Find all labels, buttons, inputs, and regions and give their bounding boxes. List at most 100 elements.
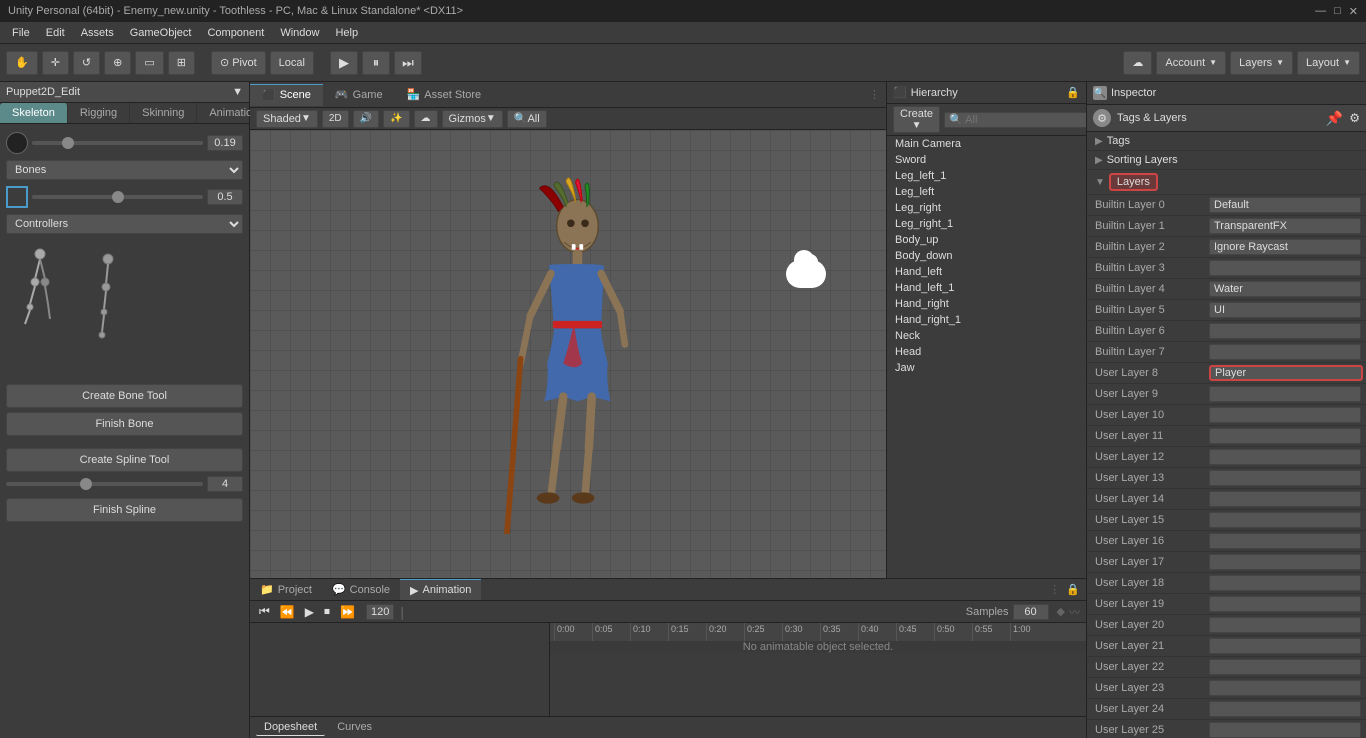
bottom-more-icon[interactable]: ⋮ xyxy=(1049,583,1066,596)
user-layer-17-input[interactable] xyxy=(1209,554,1361,570)
builtin-layer-5-input[interactable] xyxy=(1209,302,1361,318)
hierarchy-create-btn[interactable]: Create ▼ xyxy=(893,106,940,133)
spline-slider-value[interactable] xyxy=(207,476,243,492)
tab-project[interactable]: 📁 Project xyxy=(250,579,322,600)
user-layer-19-input[interactable] xyxy=(1209,596,1361,612)
layout-dropdown[interactable]: Layout ▼ xyxy=(1297,51,1360,75)
shaded-btn[interactable]: Shaded ▼ xyxy=(256,110,318,128)
user-layer-9-input[interactable] xyxy=(1209,386,1361,402)
cloud-btn[interactable]: ☁ xyxy=(1123,51,1152,75)
user-layer-15-input[interactable] xyxy=(1209,512,1361,528)
hier-leg-left-1[interactable]: Leg_left_1 xyxy=(887,168,1086,184)
anim-curve-icon[interactable]: 〰 xyxy=(1069,604,1080,620)
sky-btn[interactable]: ☁ xyxy=(414,110,438,128)
local-btn[interactable]: Local xyxy=(270,51,314,75)
hier-body-up[interactable]: Body_up xyxy=(887,232,1086,248)
hier-sword[interactable]: Sword xyxy=(887,152,1086,168)
audio-btn[interactable]: 🔊 xyxy=(353,110,379,128)
builtin-layer-2-input[interactable] xyxy=(1209,239,1361,255)
tab-rigging[interactable]: Rigging xyxy=(68,103,130,123)
minimize-btn[interactable]: — xyxy=(1315,5,1326,18)
anim-play-btn[interactable]: ▶ xyxy=(302,604,317,620)
hier-leg-left[interactable]: Leg_left xyxy=(887,184,1086,200)
tab-skinning[interactable]: Skinning xyxy=(130,103,197,123)
user-layer-12-input[interactable] xyxy=(1209,449,1361,465)
anim-stop-btn[interactable]: ⏹ xyxy=(321,603,333,620)
maximize-btn[interactable]: □ xyxy=(1334,5,1341,18)
scene-tab-scene[interactable]: ⬛ Scene xyxy=(250,84,323,106)
hier-neck[interactable]: Neck xyxy=(887,328,1086,344)
fx-btn[interactable]: ✨ xyxy=(383,110,409,128)
sub-tab-curves[interactable]: Curves xyxy=(329,719,380,736)
hier-main-camera[interactable]: Main Camera xyxy=(887,136,1086,152)
menu-gameobject[interactable]: GameObject xyxy=(122,25,200,41)
hier-leg-right[interactable]: Leg_right xyxy=(887,200,1086,216)
hier-body-down[interactable]: Body_down xyxy=(887,248,1086,264)
scene-viewport[interactable] xyxy=(250,130,886,578)
user-layer-14-input[interactable] xyxy=(1209,491,1361,507)
move-tool-btn[interactable]: ✛ xyxy=(42,51,69,75)
create-spline-tool-btn[interactable]: Create Spline Tool xyxy=(6,448,243,472)
rotate-tool-btn[interactable]: ↺ xyxy=(73,51,100,75)
menu-assets[interactable]: Assets xyxy=(73,25,122,41)
tags-settings-icon[interactable]: ⚙ xyxy=(1349,111,1360,125)
bottom-lock-icon[interactable]: 🔒 xyxy=(1066,583,1086,596)
hier-hand-left[interactable]: Hand_left xyxy=(887,264,1086,280)
scene-tab-asset[interactable]: 🏪 Asset Store xyxy=(395,84,494,105)
pivot-btn[interactable]: ⊙ Pivot xyxy=(211,51,266,75)
play-btn[interactable]: ▶ xyxy=(330,51,358,75)
builtin-layer-0-input[interactable] xyxy=(1209,197,1361,213)
tab-animation[interactable]: ▶ Animation xyxy=(400,579,481,600)
builtin-layer-1-input[interactable] xyxy=(1209,218,1361,234)
anim-prev-btn[interactable]: ⏪ xyxy=(277,604,298,620)
anim-frame-display[interactable]: 120 xyxy=(366,604,394,620)
hier-hand-right-1[interactable]: Hand_right_1 xyxy=(887,312,1086,328)
create-bone-tool-btn[interactable]: Create Bone Tool xyxy=(6,384,243,408)
scene-tab-game[interactable]: 🎮 Game xyxy=(323,84,395,105)
close-btn[interactable]: ✕ xyxy=(1349,5,1358,18)
menu-file[interactable]: File xyxy=(4,25,38,41)
controllers-slider-value[interactable] xyxy=(207,189,243,205)
builtin-layer-4-input[interactable] xyxy=(1209,281,1361,297)
puppet2d-collapse-icon[interactable]: ▼ xyxy=(232,86,243,98)
builtin-layer-3-input[interactable] xyxy=(1209,260,1361,276)
user-layer-24-input[interactable] xyxy=(1209,701,1361,717)
user-layer-23-input[interactable] xyxy=(1209,680,1361,696)
anim-add-key-icon[interactable]: ◆ xyxy=(1057,605,1065,618)
controllers-color-swatch[interactable] xyxy=(6,186,28,208)
hier-jaw[interactable]: Jaw xyxy=(887,360,1086,376)
bones-slider[interactable] xyxy=(32,141,203,145)
multi-tool-btn[interactable]: ⊞ xyxy=(168,51,195,75)
hand-tool-btn[interactable]: ✋ xyxy=(6,51,38,75)
anim-next-btn[interactable]: ⏩ xyxy=(337,604,358,620)
layers-dropdown[interactable]: Layers ▼ xyxy=(1230,51,1293,75)
builtin-layer-7-input[interactable] xyxy=(1209,344,1361,360)
user-layer-20-input[interactable] xyxy=(1209,617,1361,633)
menu-help[interactable]: Help xyxy=(327,25,366,41)
pause-btn[interactable]: ⏸ xyxy=(362,51,390,75)
controllers-dropdown[interactable]: Controllers xyxy=(6,214,243,234)
user-layer-11-input[interactable] xyxy=(1209,428,1361,444)
step-btn[interactable]: ⏭ xyxy=(394,51,422,75)
menu-component[interactable]: Component xyxy=(199,25,272,41)
spline-slider[interactable] xyxy=(6,482,203,486)
tags-section[interactable]: ▶ Tags xyxy=(1087,132,1366,151)
bones-dropdown[interactable]: Bones xyxy=(6,160,243,180)
anim-first-btn[interactable]: ⏮ xyxy=(256,603,273,620)
builtin-layer-6-input[interactable] xyxy=(1209,323,1361,339)
bones-slider-value[interactable] xyxy=(207,135,243,151)
account-dropdown[interactable]: Account ▼ xyxy=(1156,51,1226,75)
2d-btn[interactable]: 2D xyxy=(322,110,349,128)
finish-bone-btn[interactable]: Finish Bone xyxy=(6,412,243,436)
user-layer-13-input[interactable] xyxy=(1209,470,1361,486)
hier-head[interactable]: Head xyxy=(887,344,1086,360)
titlebar-controls[interactable]: — □ ✕ xyxy=(1315,5,1358,18)
all-btn[interactable]: 🔍 All xyxy=(507,110,547,128)
user-layer-25-input[interactable] xyxy=(1209,722,1361,738)
samples-input[interactable] xyxy=(1013,604,1049,620)
user-layer-22-input[interactable] xyxy=(1209,659,1361,675)
hier-leg-right-1[interactable]: Leg_right_1 xyxy=(887,216,1086,232)
menu-window[interactable]: Window xyxy=(272,25,327,41)
hier-hand-left-1[interactable]: Hand_left_1 xyxy=(887,280,1086,296)
user-layer-10-input[interactable] xyxy=(1209,407,1361,423)
